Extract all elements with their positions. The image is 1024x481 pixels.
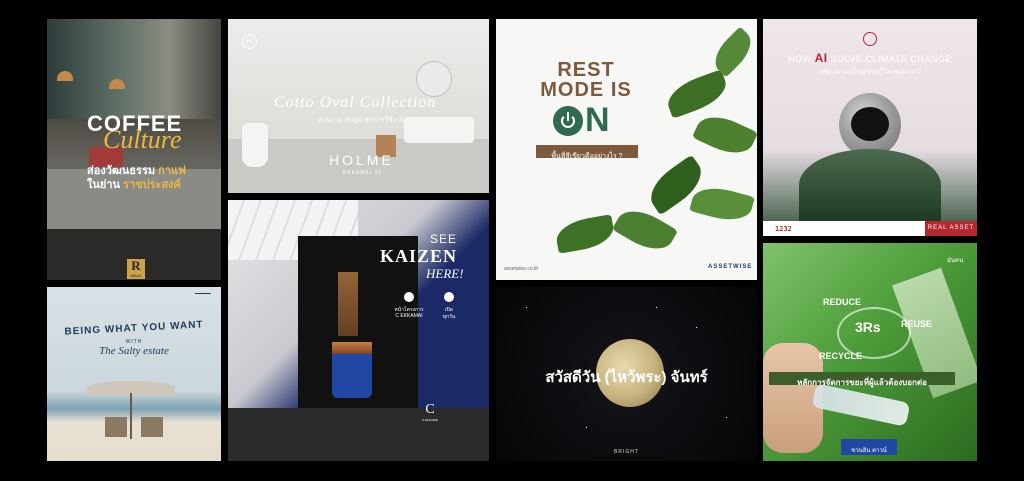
rest-banner: พื้นที่สีเขียวคืออย่างไร ?	[536, 145, 638, 160]
round-mirror	[416, 61, 452, 97]
pendant-lamp	[57, 71, 73, 81]
plastic-bottle	[811, 383, 911, 427]
recycle-banner-text: หลักการจัดการขยะที่ผู้แล้วต้องบอกต่อ	[797, 378, 927, 387]
being-title: BEING WHAT YOU WANT	[64, 319, 204, 338]
ai-footer-brand: REAL ASSET	[927, 225, 975, 231]
kaizen-here: HERE!	[426, 266, 464, 281]
holme-script: Cotto Oval Collection	[274, 94, 437, 111]
leaf	[553, 214, 617, 254]
recycle-3rs-post[interactable]: มันคน REDUCE REUSE RECYCLE 3Rs หลักการจั…	[763, 243, 977, 461]
star	[656, 307, 657, 308]
holme-thai: สวยงาม อบอุ่น ทุกการใช้งาน	[318, 117, 405, 124]
rest-banner-text: พื้นที่สีเขียวคืออย่างไร ?	[551, 153, 623, 160]
ai-title-b: SOLVE CLIMATE CHANGE	[830, 54, 952, 64]
rest-on-letter: N	[585, 101, 610, 139]
leaf	[662, 69, 732, 119]
beach-chair	[141, 417, 163, 437]
kaizen-title: KAIZEN	[380, 246, 458, 266]
star	[526, 307, 527, 308]
recycle-reduce: REDUCE	[823, 297, 862, 307]
leaf	[707, 26, 757, 78]
moon-text: สวัสดีวัน (ไหว้พระ) จันทร์	[496, 365, 757, 389]
ai-climate-post[interactable]: HOW AI SOLVE CLIMATE CHANGE หรือ AI จะเป…	[763, 19, 977, 236]
power-icon	[553, 106, 583, 136]
holme-logo-circle: H	[242, 34, 257, 49]
location-pin-icon	[404, 292, 414, 302]
brand-mark: มันคน	[947, 258, 964, 264]
ai-footer-phone: 1232	[775, 225, 792, 233]
ai-title-a: HOW	[788, 54, 812, 64]
ai-title: HOW AI SOLVE CLIMATE CHANGE	[763, 51, 977, 65]
rest-url: assetwise.co.th	[504, 266, 539, 272]
rest-mode-on-post[interactable]: REST MODE IS N พื้นที่สีเขียวคืออย่างไร …	[496, 19, 757, 280]
r-walk-badge: R WALK	[127, 259, 145, 279]
rest-title-2: MODE IS	[540, 79, 632, 101]
kaizen-loc-value: C EKKAMAI	[395, 313, 423, 319]
see-kaizen-here-post[interactable]: SEE KAIZEN HERE! หน้าโครงการ C EKKAMAI เ…	[228, 200, 489, 461]
spoon-pour	[338, 272, 358, 336]
star	[726, 417, 727, 418]
star	[586, 427, 587, 428]
bright-logo: BRIGHT	[614, 449, 639, 455]
umbrella-pole	[130, 393, 132, 439]
being-script: The Salty estate	[99, 345, 169, 357]
moon-text-b: (ไหว้พระ)	[604, 369, 667, 386]
c-ekkamai-logo: C C EKKAMAI	[420, 402, 440, 422]
holme-brand-sub: EKKAMAI 22	[343, 170, 383, 176]
kaizen-time-value: ทุกวัน	[442, 314, 456, 320]
ai-title-ai: AI	[814, 51, 828, 65]
coffee-cup	[332, 342, 372, 398]
c-ekkamai-sub: C EKKAMAI	[421, 418, 439, 422]
recycle-banner: หลักการจัดการขยะที่ผู้แล้วต้องบอกต่อ	[769, 372, 955, 387]
holme-brand: HOLME	[329, 152, 394, 168]
helmet-visor	[851, 107, 889, 141]
leaf	[689, 181, 755, 227]
coffee-line-2: ในย่าน ราชประสงค์	[87, 175, 181, 193]
ai-subtitle: หรือ AI จะเป็นผู้ช่วยกู้โลกของเรา?	[818, 69, 922, 76]
coffee-line-2b: ราชประสงค์	[123, 179, 181, 191]
holme-bathroom-post[interactable]: H Cotto Oval Collection สวยงาม อบอุ่น ทุ…	[228, 19, 489, 193]
brand-mark	[195, 293, 211, 300]
leaf	[611, 201, 679, 259]
coffee-script: Culture	[103, 125, 182, 154]
logo-seal	[863, 32, 877, 46]
astronaut-body-forest	[799, 149, 941, 221]
c-ekkamai-letter: C	[425, 402, 435, 417]
toilet	[242, 123, 268, 167]
recycle-footer: ชวนอิน ตาวน์	[841, 439, 897, 455]
recycle-footer-text: ชวนอิน ตาวน์	[851, 448, 887, 454]
leaf	[691, 108, 757, 162]
coffee-line-2a: ในย่าน	[87, 179, 121, 191]
r-walk-letter: R	[131, 258, 141, 273]
power-stem	[567, 112, 569, 121]
moon-text-a: สวัสดีวัน	[545, 369, 601, 386]
moon-text-c: จันทร์	[670, 369, 708, 386]
moon-post[interactable]: สวัสดีวัน (ไหว้พระ) จันทร์ BRIGHT	[496, 287, 757, 461]
beach-chair	[105, 417, 127, 437]
being-what-you-want-post[interactable]: BEING WHAT YOU WANT WITH The Salty estat…	[47, 287, 221, 461]
recycle-arrow-icon	[837, 307, 911, 359]
counter	[228, 408, 489, 461]
star	[696, 327, 697, 328]
coffee-culture-post[interactable]: COFFEE Culture ส่องวัฒนธรรม กาแฟ ในย่าน …	[47, 19, 221, 280]
astronaut-helmet	[839, 93, 901, 157]
kaizen-see: SEE	[430, 232, 458, 246]
r-walk-sub: WALK	[130, 273, 142, 278]
holme-logo-letter: H	[246, 37, 253, 46]
window-panel	[47, 19, 221, 119]
pendant-lamp	[109, 79, 125, 89]
bathtub	[404, 117, 474, 143]
assetwise-logo: ASSETWISE	[708, 264, 753, 270]
clock-icon	[444, 292, 454, 302]
